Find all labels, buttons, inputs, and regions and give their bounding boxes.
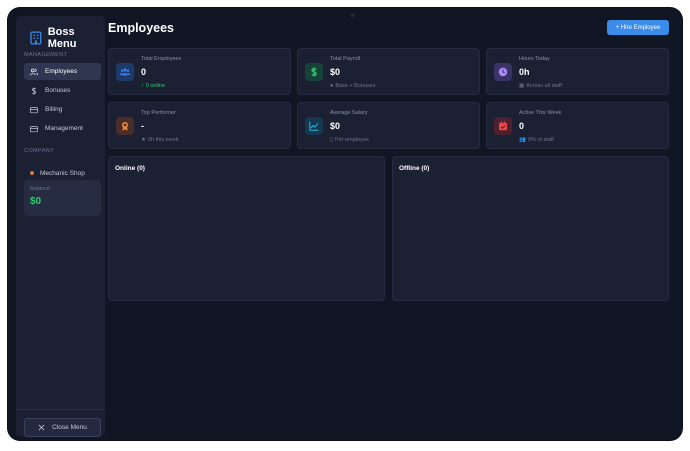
- sidebar-item-management[interactable]: Management: [24, 120, 101, 137]
- brand: Boss Menu: [30, 26, 105, 50]
- offline-panel-title: Offline (0): [399, 165, 430, 172]
- sidebar-item-label: Bonuses: [45, 87, 71, 94]
- sidebar-nav: Employees Bonuses Billing Management: [24, 63, 101, 139]
- stat-sub-text: Across all staff: [526, 83, 562, 89]
- arrow-up-icon: ↑: [141, 83, 144, 89]
- calendar-icon: ▦: [519, 83, 525, 89]
- stat-label: Total Employees: [141, 56, 182, 62]
- stat-label: Hours Today: [519, 56, 550, 62]
- management-section-label: MANAGEMENT: [24, 52, 68, 58]
- award-icon: [116, 117, 134, 135]
- stat-card-average-salary: Average Salary $0 ▯ Per employee: [297, 102, 480, 149]
- users-icon: 👥: [519, 137, 526, 143]
- receipt-icon: ▯: [330, 137, 334, 143]
- stat-sub-text: 0h this week: [147, 137, 179, 143]
- info-icon: ●: [330, 83, 334, 89]
- camera-dot: [351, 14, 354, 17]
- company-item[interactable]: Mechanic Shop: [24, 166, 101, 180]
- balance-value: $0: [30, 196, 42, 207]
- company-status-dot: [30, 171, 34, 175]
- stat-sub-text: Per employee: [335, 137, 369, 143]
- sidebar-item-label: Billing: [45, 106, 63, 113]
- sidebar: Boss Menu MANAGEMENT Employees Bonuses B…: [16, 16, 105, 437]
- brand-title: Boss Menu: [47, 26, 77, 50]
- sidebar-divider: [16, 409, 105, 410]
- stat-value: $0: [330, 67, 341, 77]
- dollar-icon: [31, 86, 37, 95]
- stat-value: 0h: [519, 67, 530, 77]
- company-section-label: COMPANY: [24, 148, 55, 154]
- stat-card-hours-today: Hours Today 0h ▦ Across all staff: [486, 48, 669, 95]
- online-panel-title: Online (0): [115, 165, 145, 172]
- app-window: Boss Menu MANAGEMENT Employees Bonuses B…: [8, 8, 682, 440]
- online-panel: Online (0): [108, 156, 385, 301]
- stat-card-top-performer: Top Performer - ★ 0h this week: [108, 102, 291, 149]
- offline-panel: Offline (0): [392, 156, 669, 301]
- balance-card: Balance $0: [24, 180, 101, 216]
- stat-value: 0: [519, 121, 525, 131]
- sidebar-item-employees[interactable]: Employees: [24, 63, 101, 80]
- stat-sub-text: 0 online: [145, 83, 166, 89]
- sidebar-item-label: Management: [45, 125, 83, 132]
- stat-card-active-this-week: Active This Week 0 👥 0% of staff: [486, 102, 669, 149]
- stat-label: Top Performer: [141, 110, 176, 116]
- dollar-icon: [305, 63, 323, 81]
- stat-sub: ● Base + Bonuses: [330, 83, 376, 89]
- sidebar-item-billing[interactable]: Billing: [24, 101, 101, 118]
- stat-label: Active This Week: [519, 110, 562, 116]
- stat-label: Average Salary: [330, 110, 368, 116]
- sidebar-item-label: Employees: [45, 68, 78, 75]
- stat-sub: 👥 0% of staff: [519, 137, 554, 143]
- stat-sub-text: Base + Bonuses: [335, 83, 376, 89]
- clock-icon: [494, 63, 512, 81]
- close-menu-button[interactable]: Close Menu: [24, 418, 101, 437]
- credit-card-icon: [30, 106, 38, 113]
- stat-sub: ▯ Per employee: [330, 137, 369, 143]
- calendar-check-icon: [494, 117, 512, 135]
- building-icon: [30, 31, 42, 45]
- stat-sub: ★ 0h this week: [141, 137, 179, 143]
- users-group-icon: [116, 63, 134, 81]
- card-icon: [30, 125, 38, 132]
- stat-sub: ▦ Across all staff: [519, 83, 562, 89]
- stat-label: Total Payroll: [330, 56, 360, 62]
- star-icon: ★: [141, 137, 146, 143]
- close-icon: [38, 424, 45, 431]
- company-name: Mechanic Shop: [40, 169, 85, 177]
- close-menu-label: Close Menu: [52, 424, 87, 431]
- stat-value: $0: [330, 121, 341, 131]
- page-title: Employees: [108, 21, 175, 35]
- sidebar-item-bonuses[interactable]: Bonuses: [24, 82, 101, 99]
- stat-sub: ↑ 0 online: [141, 83, 165, 89]
- stat-card-total-employees: Total Employees 0 ↑ 0 online: [108, 48, 291, 95]
- stat-sub-text: 0% of staff: [527, 137, 554, 143]
- users-icon: [30, 68, 38, 75]
- chart-line-icon: [305, 117, 323, 135]
- stat-value: -: [141, 121, 144, 131]
- balance-label: Balance: [30, 186, 50, 192]
- stat-card-total-payroll: Total Payroll $0 ● Base + Bonuses: [297, 48, 480, 95]
- hire-employee-button[interactable]: + Hire Employee: [607, 20, 669, 35]
- stat-value: 0: [141, 67, 147, 77]
